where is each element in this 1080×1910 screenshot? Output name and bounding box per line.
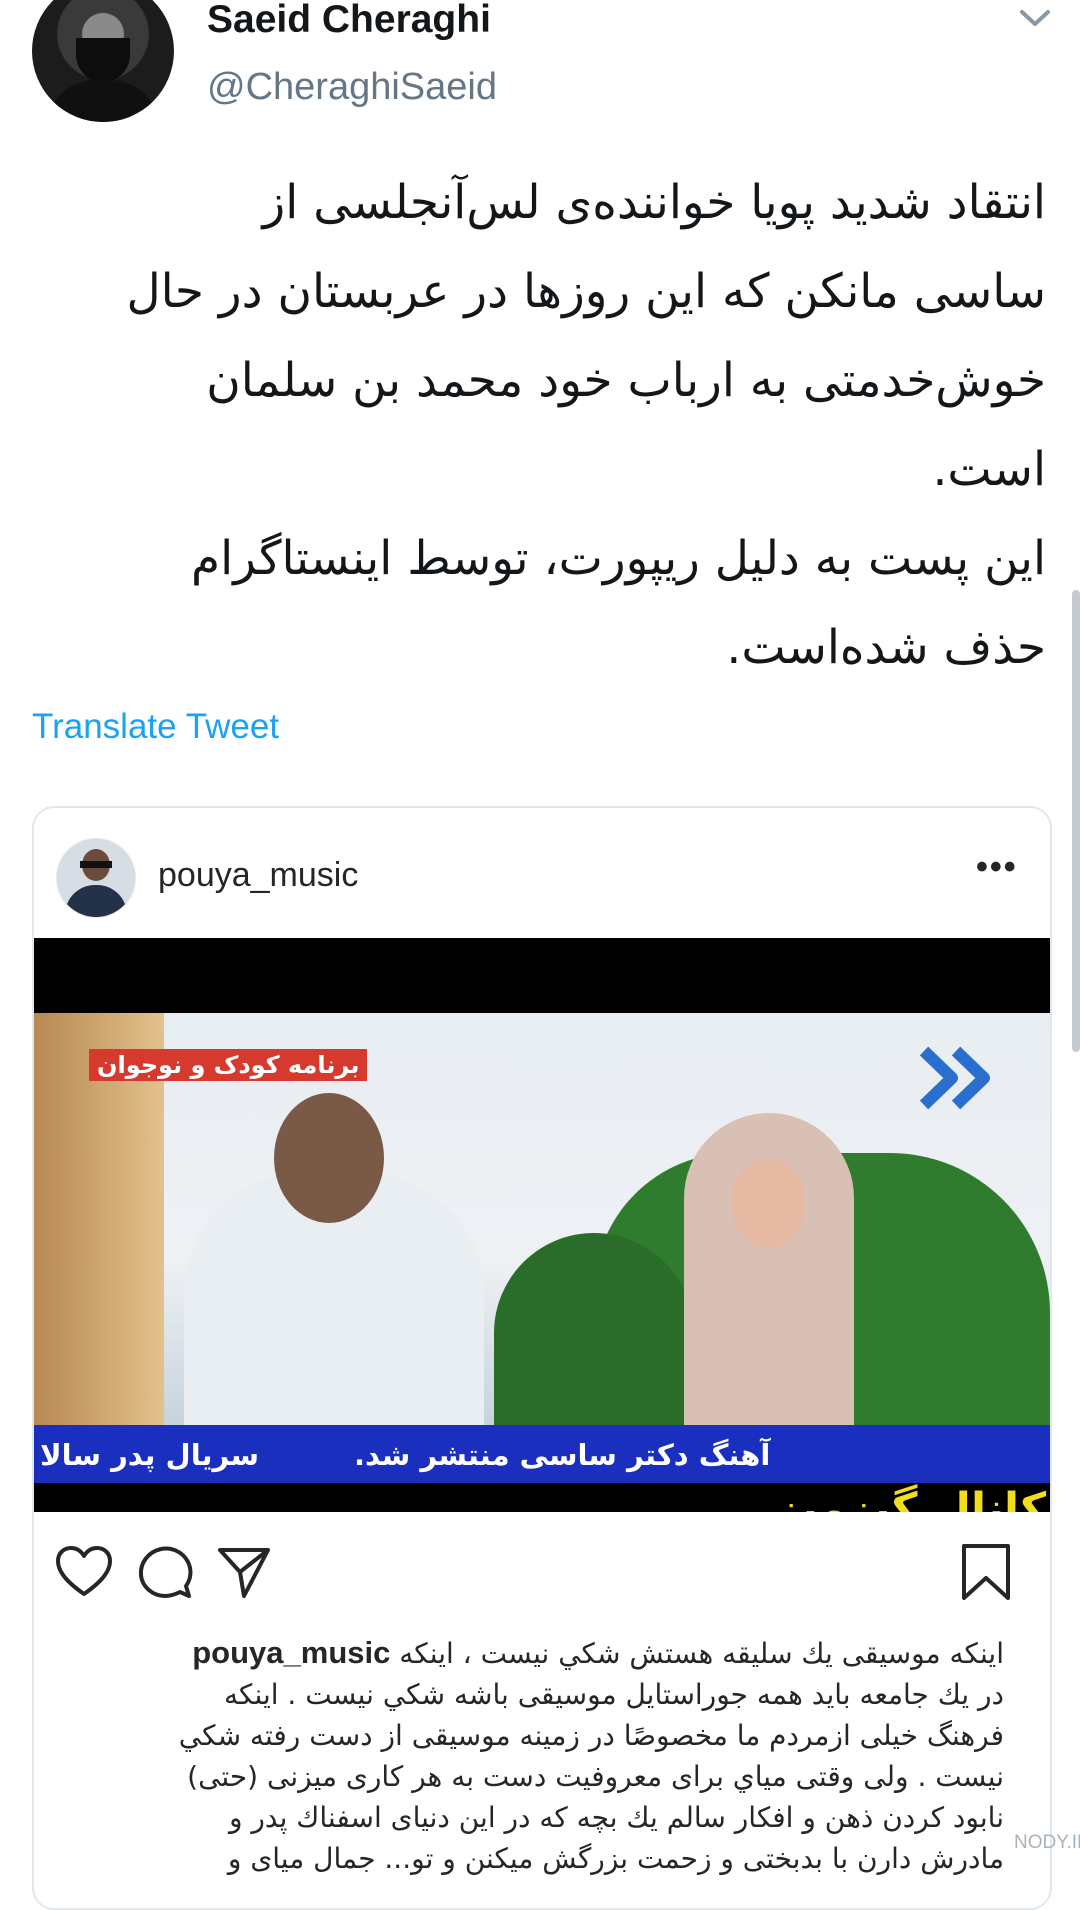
author-avatar[interactable] (32, 0, 174, 122)
tweet-text-line: این پست به دلیل ریپورت، توسط اینستاگرام (191, 531, 1046, 586)
scene-woman-face (731, 1158, 805, 1248)
avatar-coat (46, 80, 160, 122)
channel-logo-icon (919, 1046, 990, 1110)
post-caption: اینکه موسیقی یك سلیقه هستش شكي نیست ، ای… (64, 1632, 1004, 1879)
avatar-beard (76, 38, 130, 82)
avatar-glasses (80, 861, 112, 868)
caption-line-text: اینکه موسیقی یك سلیقه هستش شكي نیست ، ای… (399, 1637, 1004, 1670)
instagram-actions (34, 1542, 1050, 1612)
share-icon[interactable] (214, 1542, 274, 1602)
chevron-down-icon[interactable] (1018, 6, 1052, 30)
comment-icon[interactable] (134, 1542, 194, 1602)
tweet-text-line: خوش‌خدمتی به ارباب خود محمد بن سلمان (206, 353, 1046, 408)
caption-line: مادرش دارن با بدبختی و زحمت بزرگش میکنن … (227, 1842, 1004, 1875)
scrollbar[interactable] (1072, 590, 1080, 1052)
avatar-body (65, 885, 127, 917)
video-frame[interactable]: برنامه کودک و نوجوان آهنگ دکتر ساسی منتش… (34, 938, 1050, 1512)
caption-line: در یك جامعه باید همه جوراستایل موسیقی با… (224, 1678, 1004, 1711)
site-watermark: NODY.IR (1014, 1832, 1080, 1853)
news-ticker: آهنگ دکتر ساسی منتشر شد. سریال پدر سالا (34, 1425, 1050, 1483)
scene-trees-back (494, 1233, 694, 1425)
caption-line: فرهنگ خیلی ازمردم ما مخصوصًا در زمینه مو… (178, 1719, 1004, 1752)
translate-tweet-link[interactable]: Translate Tweet (32, 707, 279, 747)
instagram-avatar[interactable] (56, 838, 136, 918)
tweet-text-line: انتقاد شدید پویا خواننده‌ی لس‌آنجلسی از (262, 175, 1047, 230)
caption-username[interactable]: pouya_music (192, 1635, 390, 1670)
instagram-username[interactable]: pouya_music (158, 856, 358, 895)
tweet-text-line: است. (932, 442, 1046, 497)
ticker-main-text: آهنگ دکتر ساسی منتشر شد. (354, 1438, 771, 1472)
ticker-side-text: سریال پدر سالا (40, 1438, 260, 1472)
scene-doctor-head (274, 1093, 384, 1223)
caption-line: اینکه موسیقی یك سلیقه هستش شكي نیست ، ای… (64, 1632, 1004, 1674)
channel-label: کانال گیزمیز (774, 1484, 1047, 1512)
tweet-text-line: ساسی مانکن که این روزها در عربستان در حا… (126, 264, 1046, 319)
caption-line: نیست . ولی وقتی میاي برای معروفیت دست به… (187, 1760, 1004, 1793)
caption-line: نابود کردن ذهن و افکار سالم یك بچه که در… (228, 1801, 1004, 1834)
heart-icon[interactable] (54, 1542, 114, 1602)
instagram-embed-card[interactable]: pouya_music ••• برنامه کودک و نوجوان آهن… (32, 806, 1052, 1910)
kids-program-label: برنامه کودک و نوجوان (89, 1049, 368, 1081)
video-scene: برنامه کودک و نوجوان (34, 1013, 1050, 1425)
more-icon[interactable]: ••• (976, 848, 1018, 887)
tweet-text: انتقاد شدید پویا خواننده‌ی لس‌آنجلسی از … (40, 158, 1046, 692)
author-handle[interactable]: @CheraghiSaeid (207, 66, 497, 109)
tweet-text-line: حذف شده‌است. (726, 620, 1046, 675)
author-name[interactable]: Saeid Cheraghi (207, 0, 491, 42)
bookmark-icon[interactable] (956, 1542, 1016, 1602)
